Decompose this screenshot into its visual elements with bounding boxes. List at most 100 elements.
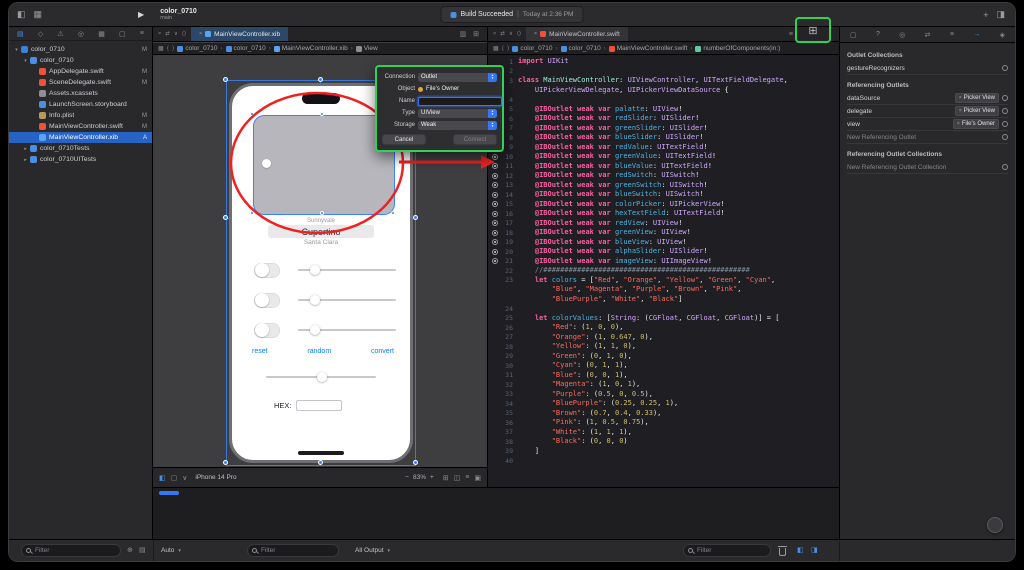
blue-slider[interactable] [298,329,396,331]
help-inspector-icon[interactable]: ? [876,31,880,38]
report-navigator-icon[interactable]: ≡ [140,30,144,37]
connection-well[interactable] [488,163,501,169]
connect-button[interactable]: Connect [453,134,497,145]
selection-handle[interactable] [223,77,228,82]
file-row[interactable]: ▸color_0710UITests [9,154,152,165]
breadcrumb-item[interactable]: color_0710 [177,45,217,52]
swap-editor-icon[interactable]: ⇄ [500,31,505,37]
outlet-row[interactable]: New Referencing Outlet [847,131,1008,144]
outlet-row[interactable]: gestureRecognizers [847,62,1008,75]
connection-dropdown[interactable]: Outlet ▴▾ [418,73,497,82]
disclosure-icon[interactable]: ▾ [13,47,20,53]
update-frames-icon[interactable]: ⊞ [443,474,449,482]
breadcrumb-item[interactable]: numberOfComponents(in:) [695,45,780,52]
hex-text-field[interactable] [296,400,342,411]
connection-well[interactable] [488,173,501,179]
add-editor-icon[interactable]: ⊞ [473,30,479,38]
reset-button[interactable]: reset [252,348,268,355]
selection-handle[interactable] [413,215,418,220]
selection-handle[interactable] [223,215,228,220]
file-inspector-icon[interactable]: ▢ [850,31,857,39]
editor-menu-icon[interactable]: ∨ [509,31,513,37]
file-row[interactable]: ▸color_0710Tests [9,143,152,154]
clear-console-icon[interactable] [779,548,786,556]
code-editor[interactable]: 1import UIKit23class MainViewController:… [488,55,839,487]
scheme-selector[interactable]: color_0710 main [160,8,197,22]
tab-mainviewcontroller-swift[interactable]: × MainViewController.swift [526,27,628,41]
connections-inspector-icon[interactable]: → [973,31,980,38]
disclosure-icon[interactable]: ▸ [22,146,29,152]
connection-well[interactable] [1002,95,1008,101]
run-button[interactable]: ▶ [138,10,144,19]
debug-navigator-icon[interactable]: ▦ [98,30,105,38]
tab-mainviewcontroller-xib[interactable]: × MainViewController.xib [191,27,288,41]
identity-inspector-icon[interactable]: ◎ [899,31,905,39]
connection-well[interactable] [488,220,501,226]
zoom-level[interactable]: 83% [413,474,426,481]
console-pane-toggle-icon[interactable]: ◨ [811,546,818,554]
related-items-icon[interactable]: ▦ [158,45,164,52]
project-navigator-icon[interactable]: ▤ [17,30,24,38]
alignment-icon[interactable]: ◫ [454,474,461,482]
slider-thumb[interactable] [317,372,327,382]
window-layout-icon[interactable]: ▦ [34,9,43,20]
breadcrumb-item[interactable]: MainViewController.swift [609,45,688,52]
connection-well[interactable] [488,154,501,160]
slider-thumb[interactable] [310,325,320,335]
outlet-target[interactable]: ×File's Owner [953,119,999,129]
variables-view-scope[interactable]: Auto ▼ [161,547,182,554]
slider-thumb[interactable] [310,295,320,305]
picker-row[interactable]: Sunnyvale [250,218,392,224]
cancel-button[interactable]: Cancel [382,134,426,145]
code-review-icon[interactable]: ⟨⟩ [182,31,186,37]
file-row[interactable]: AppDelegate.swiftM [9,66,152,77]
resize-dot[interactable] [320,112,324,116]
storage-dropdown[interactable]: Weak ▴▾ [418,121,497,130]
feedback-button[interactable] [987,517,1003,533]
issue-navigator-icon[interactable]: ⚠ [57,30,63,38]
filter-options-icon[interactable]: ▤ [139,546,146,554]
file-row[interactable]: ▾color_0710 [9,55,152,66]
remove-connection-icon[interactable]: × [957,121,960,127]
add-editor-icon[interactable]: ⊞ [808,24,817,37]
zoom-in-icon[interactable]: + [430,474,434,481]
breadcrumb-item[interactable]: MainViewController.xib [274,45,348,52]
add-constraints-icon[interactable]: ≡ [465,474,469,481]
debug-resize-handle[interactable] [159,491,179,495]
resize-dot[interactable] [320,211,324,215]
type-dropdown[interactable]: UIView ▴▾ [418,109,497,118]
attributes-inspector-icon[interactable]: ⇄ [925,31,931,39]
device-variant-icon[interactable]: ∨ [182,474,187,482]
size-inspector-icon[interactable]: ≡ [950,31,954,38]
orientation-icon[interactable]: ▢ [171,474,178,482]
image-view[interactable] [254,116,394,214]
editor-menu-icon[interactable]: ∨ [174,31,178,37]
breadcrumb-item[interactable]: color_0710 [226,45,266,52]
breadcrumb-item[interactable]: View [356,45,378,52]
random-button[interactable]: random [307,348,331,355]
code-review-icon[interactable]: ⟨⟩ [517,31,521,37]
outlet-row[interactable]: delegate×Picker View [847,105,1008,118]
remove-connection-icon[interactable]: × [959,95,962,101]
variables-pane-toggle-icon[interactable]: ◧ [797,546,804,554]
outlet-row[interactable]: view×File's Owner [847,118,1008,131]
alpha-slider[interactable] [266,376,376,378]
file-row[interactable]: MainViewController.swiftM [9,121,152,132]
back-icon[interactable]: ⟨ [502,45,504,52]
library-add-icon[interactable]: + [983,10,988,20]
connection-well[interactable] [1002,134,1008,140]
connection-well[interactable] [488,239,501,245]
disclosure-icon[interactable]: ▾ [22,58,29,64]
connection-well[interactable] [1002,108,1008,114]
forward-icon[interactable]: ⟩ [507,45,509,52]
navigator-filter[interactable] [21,544,121,557]
connection-well[interactable] [1002,65,1008,71]
console-filter-input[interactable] [684,547,770,554]
red-switch[interactable] [254,263,280,278]
variables-filter[interactable] [247,544,339,557]
forward-icon[interactable]: ⟩ [172,45,174,52]
connection-well[interactable] [488,201,501,207]
close-editor-icon[interactable]: × [493,31,496,37]
connection-well[interactable] [488,211,501,217]
inspector-toggle-icon[interactable]: ◨ [996,9,1005,20]
